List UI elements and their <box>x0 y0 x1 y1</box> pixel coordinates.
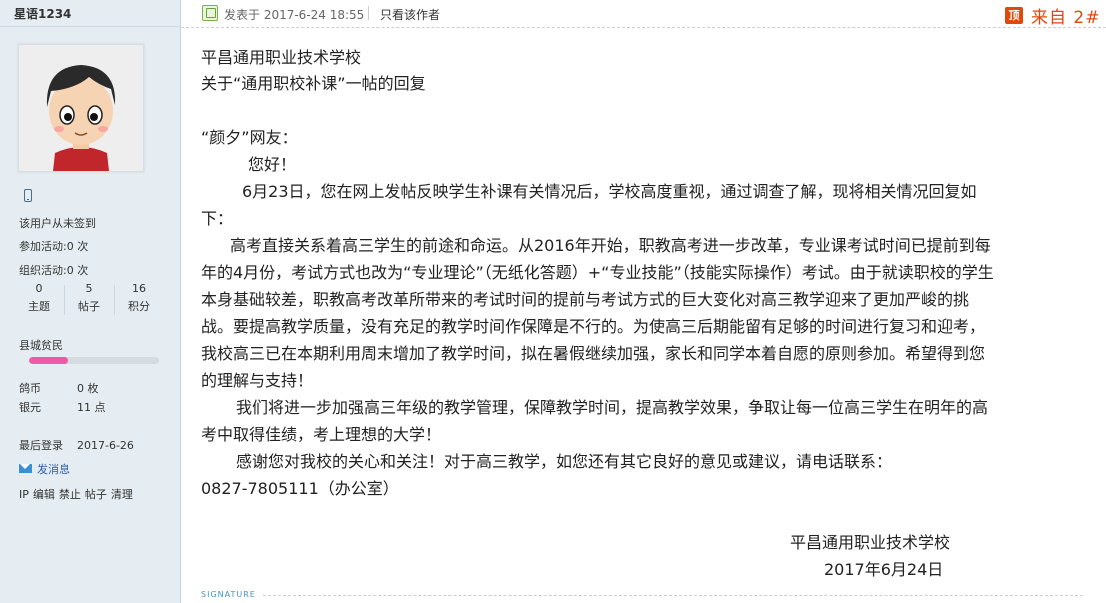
stat-threads[interactable]: 0 主题 <box>14 281 64 315</box>
paragraph-line: 本身基础较差，职教高考改革所带来的考试时间的提前与考试方式的巨大变化对高三教学迎… <box>201 290 970 309</box>
paragraph-line: 年的4月份，考试方式也改为“专业理论”（无纸化答题）+“专业技能”（技能实际操作… <box>201 263 994 282</box>
coins-row: 鸽币 0 枚 <box>19 380 99 396</box>
level-progress-fill <box>29 357 68 364</box>
stat-value: 0 <box>35 282 43 295</box>
author-sidebar: 星语1234 该用户从未签到 参加活动:0 次 组织活动:0 次 0 主题 5 <box>0 0 181 603</box>
paragraph-line: 考中取得佳绩，考上理想的大学！ <box>201 425 442 444</box>
reply-title: 关于“通用职校补课”一帖的回复 <box>201 74 426 93</box>
signature-label: SIGNATURE <box>201 590 256 599</box>
send-message-link[interactable]: 发消息 <box>37 461 70 477</box>
paragraph-line: 我校高三已在本期利用周末增加了教学时间，拟在暑假继续加强，家长和同学本着自愿的原… <box>201 344 986 363</box>
online-status-icon <box>202 5 218 21</box>
signoff-date: 2017年6月24日 <box>824 560 944 579</box>
stat-label: 主题 <box>28 300 50 313</box>
school-name: 平昌通用职业技术学校 <box>201 48 362 67</box>
signature-divider <box>263 595 1083 596</box>
level-progress-bar <box>29 357 159 364</box>
greeting: 您好！ <box>248 155 297 174</box>
paragraph-line: 的理解与支持！ <box>201 371 314 390</box>
stat-label: 帖子 <box>78 300 100 313</box>
divider <box>181 27 1106 29</box>
avatar[interactable] <box>18 44 144 172</box>
author-name[interactable]: 星语1234 <box>14 5 71 22</box>
stat-posts[interactable]: 5 帖子 <box>64 281 114 315</box>
floor-number[interactable]: 来自 2# <box>1031 3 1100 28</box>
activity-join: 参加活动:0 次 <box>19 240 89 253</box>
ip-link[interactable]: IP <box>19 488 29 501</box>
stat-points[interactable]: 16 积分 <box>114 281 164 315</box>
only-author-link[interactable]: 只看该作者 <box>380 6 440 23</box>
stat-label: 积分 <box>128 300 150 313</box>
coins-value: 0 枚 <box>77 382 99 395</box>
paragraph-line: 感谢您对我校的关心和关注！对于高三教学，如您还有其它良好的意见或建议，请电话联系… <box>236 452 893 471</box>
last-login-label: 最后登录 <box>19 439 63 452</box>
paragraph-line: 高考直接关系着高三学生的前途和命运。从2016年开始，职教高考进一步改革，专业课… <box>230 236 991 255</box>
last-login-value: 2017-6-26 <box>77 439 134 452</box>
user-stats: 0 主题 5 帖子 16 积分 <box>14 281 164 321</box>
ban-link[interactable]: 禁止 <box>59 488 81 501</box>
edit-link[interactable]: 编辑 <box>33 488 55 501</box>
envelope-icon[interactable] <box>19 464 32 473</box>
paragraph-line: 战。要提高教学质量，没有充足的教学时间作保障是不行的。为使高三后期能留有足够的时… <box>201 317 986 336</box>
silver-label: 银元 <box>19 401 41 414</box>
divider <box>0 26 180 27</box>
coins-label: 鸽币 <box>19 382 41 395</box>
stat-value: 5 <box>85 282 93 295</box>
post-content: 发表于 2017-6-24 18:55 只看该作者 顶 来自 2# 平昌通用职业… <box>181 0 1106 603</box>
signoff-school: 平昌通用职业技术学校 <box>790 533 951 552</box>
activity-organize: 组织活动:0 次 <box>19 264 89 277</box>
contact-phone: 0827-7805111（办公室） <box>201 479 399 498</box>
last-login-row: 最后登录 2017-6-26 <box>19 437 134 453</box>
user-level[interactable]: 县城贫民 <box>19 337 63 353</box>
salutation: “颜夕”网友： <box>201 128 298 147</box>
sign-status: 该用户从未签到 <box>19 217 96 230</box>
mobile-icon <box>24 189 32 202</box>
paragraph-line: 我们将进一步加强高三年级的教学管理，保障教学时间，提高教学效果，争取让每一位高三… <box>236 398 989 417</box>
posts-link[interactable]: 帖子 <box>85 488 107 501</box>
post-time: 发表于 2017-6-24 18:55 <box>224 8 365 22</box>
silver-value: 11 点 <box>77 401 106 414</box>
paragraph-line: 下： <box>201 209 234 228</box>
stat-value: 16 <box>132 282 146 295</box>
avatar-cartoon-icon <box>19 45 143 171</box>
clean-link[interactable]: 清理 <box>111 488 133 501</box>
top-icon[interactable]: 顶 <box>1005 7 1023 24</box>
admin-actions: IP 编辑 禁止 帖子 清理 <box>19 486 137 502</box>
divider <box>368 6 369 20</box>
silver-row: 银元 11 点 <box>19 399 106 415</box>
paragraph-line: 6月23日，您在网上发帖反映学生补课有关情况后，学校高度重视，通过调查了解，现将… <box>242 182 977 201</box>
